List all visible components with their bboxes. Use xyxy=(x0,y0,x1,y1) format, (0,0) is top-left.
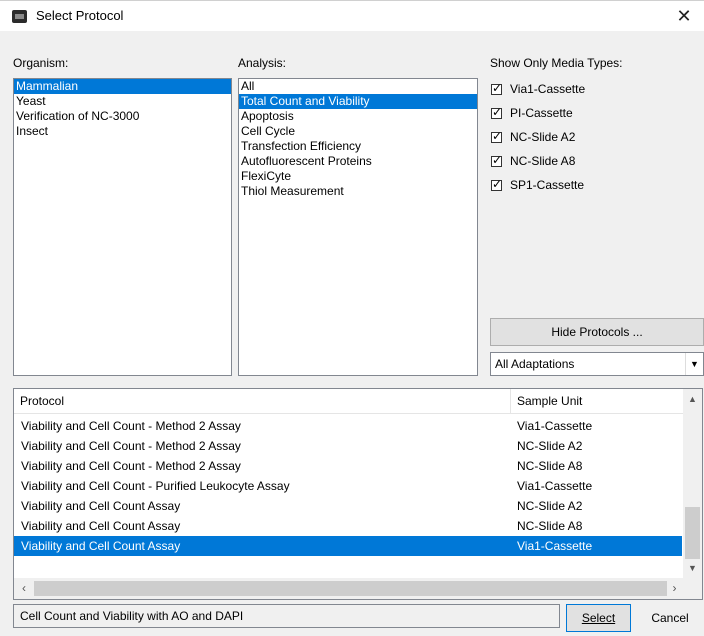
organism-item[interactable]: Verification of NC-3000 xyxy=(14,109,231,124)
close-icon: ✕ xyxy=(676,6,692,26)
vertical-scrollbar[interactable]: ▲ ▼ xyxy=(683,389,702,578)
column-header-protocol[interactable]: Protocol xyxy=(14,389,511,413)
protocol-cell: Viability and Cell Count Assay xyxy=(21,519,181,533)
analysis-item[interactable]: Total Count and Viability xyxy=(239,94,477,109)
adaptations-dropdown[interactable]: All Adaptations ▼ xyxy=(490,352,704,376)
sample-unit-cell: Via1-Cassette xyxy=(517,479,593,493)
hide-protocols-button[interactable]: Hide Protocols ... xyxy=(490,318,704,346)
app-window-icon xyxy=(12,10,27,23)
sample-unit-cell: NC-Slide A8 xyxy=(517,459,583,473)
table-row[interactable]: Viability and Cell Count Assay NC-Slide A… xyxy=(14,516,682,536)
sample-unit-cell: NC-Slide A2 xyxy=(517,439,583,453)
horizontal-scroll-thumb[interactable] xyxy=(34,581,667,596)
analysis-item[interactable]: FlexiCyte xyxy=(239,169,477,184)
media-types-label: Show Only Media Types: xyxy=(490,56,623,70)
media-type-label: NC-Slide A2 xyxy=(510,130,576,144)
table-row[interactable]: Viability and Cell Count Assay Via1-Casse… xyxy=(14,536,682,556)
close-button[interactable]: ✕ xyxy=(664,1,704,32)
media-type-label: Via1-Cassette xyxy=(510,82,586,96)
media-type-label: SP1-Cassette xyxy=(510,178,585,192)
horizontal-scrollbar[interactable]: ‹ › xyxy=(14,578,683,599)
media-type-checkbox-row[interactable]: SP1-Cassette xyxy=(491,173,691,197)
protocol-cell: Viability and Cell Count Assay xyxy=(21,539,181,553)
organism-item[interactable]: Yeast xyxy=(14,94,231,109)
checkbox[interactable] xyxy=(491,153,502,167)
organism-label: Organism: xyxy=(13,56,69,70)
table-row[interactable]: Viability and Cell Count - Method 2 Assa… xyxy=(14,436,682,456)
sample-unit-cell: NC-Slide A8 xyxy=(517,519,583,533)
scroll-up-icon[interactable]: ▲ xyxy=(683,389,702,409)
protocol-cell: Viability and Cell Count - Purified Leuk… xyxy=(21,479,290,493)
media-type-label: PI-Cassette xyxy=(510,106,573,120)
window-title: Select Protocol xyxy=(36,8,124,23)
table-row[interactable]: Viability and Cell Count - Purified Leuk… xyxy=(14,476,682,496)
organism-item[interactable]: Insect xyxy=(14,124,231,139)
organism-listbox[interactable]: Mammalian Yeast Verification of NC-3000 Ins… xyxy=(13,78,232,376)
vertical-scroll-thumb[interactable] xyxy=(685,507,700,559)
scroll-left-icon[interactable]: ‹ xyxy=(14,578,34,599)
protocol-cell: Viability and Cell Count - Method 2 Assa… xyxy=(21,459,241,473)
analysis-item[interactable]: Thiol Measurement xyxy=(239,184,477,199)
media-type-checkbox-row[interactable]: NC-Slide A2 xyxy=(491,125,691,149)
analysis-item[interactable]: Cell Cycle xyxy=(239,124,477,139)
cancel-button-label: Cancel xyxy=(651,611,689,625)
sample-unit-cell: Via1-Cassette xyxy=(517,419,593,433)
media-type-checkbox-row[interactable]: NC-Slide A8 xyxy=(491,149,691,173)
table-row[interactable]: Viability and Cell Count - Method 2 Assa… xyxy=(14,416,682,436)
analysis-item[interactable]: Apoptosis xyxy=(239,109,477,124)
protocol-cell: Viability and Cell Count - Method 2 Assa… xyxy=(21,419,241,433)
scroll-down-icon[interactable]: ▼ xyxy=(683,558,702,578)
analysis-label: Analysis: xyxy=(238,56,287,70)
column-header-sample-unit[interactable]: Sample Unit xyxy=(511,389,684,413)
media-type-label: NC-Slide A8 xyxy=(510,154,576,168)
table-row[interactable]: Viability and Cell Count - Method 2 Assa… xyxy=(14,456,682,476)
table-header: Protocol Sample Unit xyxy=(14,389,684,414)
protocol-description: Cell Count and Viability with AO and DAP… xyxy=(13,604,560,628)
chevron-down-icon[interactable]: ▼ xyxy=(685,353,703,375)
media-types-group: Via1-Cassette PI-Cassette NC-Slide A2 NC-Sl… xyxy=(491,77,691,197)
sample-unit-cell: Via1-Cassette xyxy=(517,539,593,553)
analysis-item[interactable]: All xyxy=(239,79,477,94)
checkbox[interactable] xyxy=(491,129,502,143)
select-button[interactable]: Select xyxy=(566,604,631,632)
analysis-listbox[interactable]: All Total Count and Viability Apoptosis Cel… xyxy=(238,78,478,376)
sample-unit-cell: NC-Slide A2 xyxy=(517,499,583,513)
protocol-cell: Viability and Cell Count Assay xyxy=(21,499,181,513)
protocol-cell: Viability and Cell Count - Method 2 Assa… xyxy=(21,439,241,453)
checkbox[interactable] xyxy=(491,81,502,95)
scroll-right-icon[interactable]: › xyxy=(666,578,683,599)
organism-item[interactable]: Mammalian xyxy=(14,79,231,94)
checkbox[interactable] xyxy=(491,177,502,191)
protocol-table[interactable]: Protocol Sample Unit Viability and Cell … xyxy=(13,388,703,600)
analysis-item[interactable]: Transfection Efficiency xyxy=(239,139,477,154)
media-type-checkbox-row[interactable]: Via1-Cassette xyxy=(491,77,691,101)
analysis-item[interactable]: Autofluorescent Proteins xyxy=(239,154,477,169)
cancel-button[interactable]: Cancel xyxy=(638,604,702,632)
title-bar[interactable]: Select Protocol ✕ xyxy=(0,0,704,31)
adaptations-value: All Adaptations xyxy=(495,357,575,371)
checkbox[interactable] xyxy=(491,105,502,119)
hide-protocols-label: Hide Protocols ... xyxy=(551,325,643,339)
select-button-label: Select xyxy=(581,611,616,625)
media-type-checkbox-row[interactable]: PI-Cassette xyxy=(491,101,691,125)
table-row[interactable]: Viability and Cell Count Assay NC-Slide A… xyxy=(14,496,682,516)
scrollbar-corner xyxy=(683,578,702,599)
